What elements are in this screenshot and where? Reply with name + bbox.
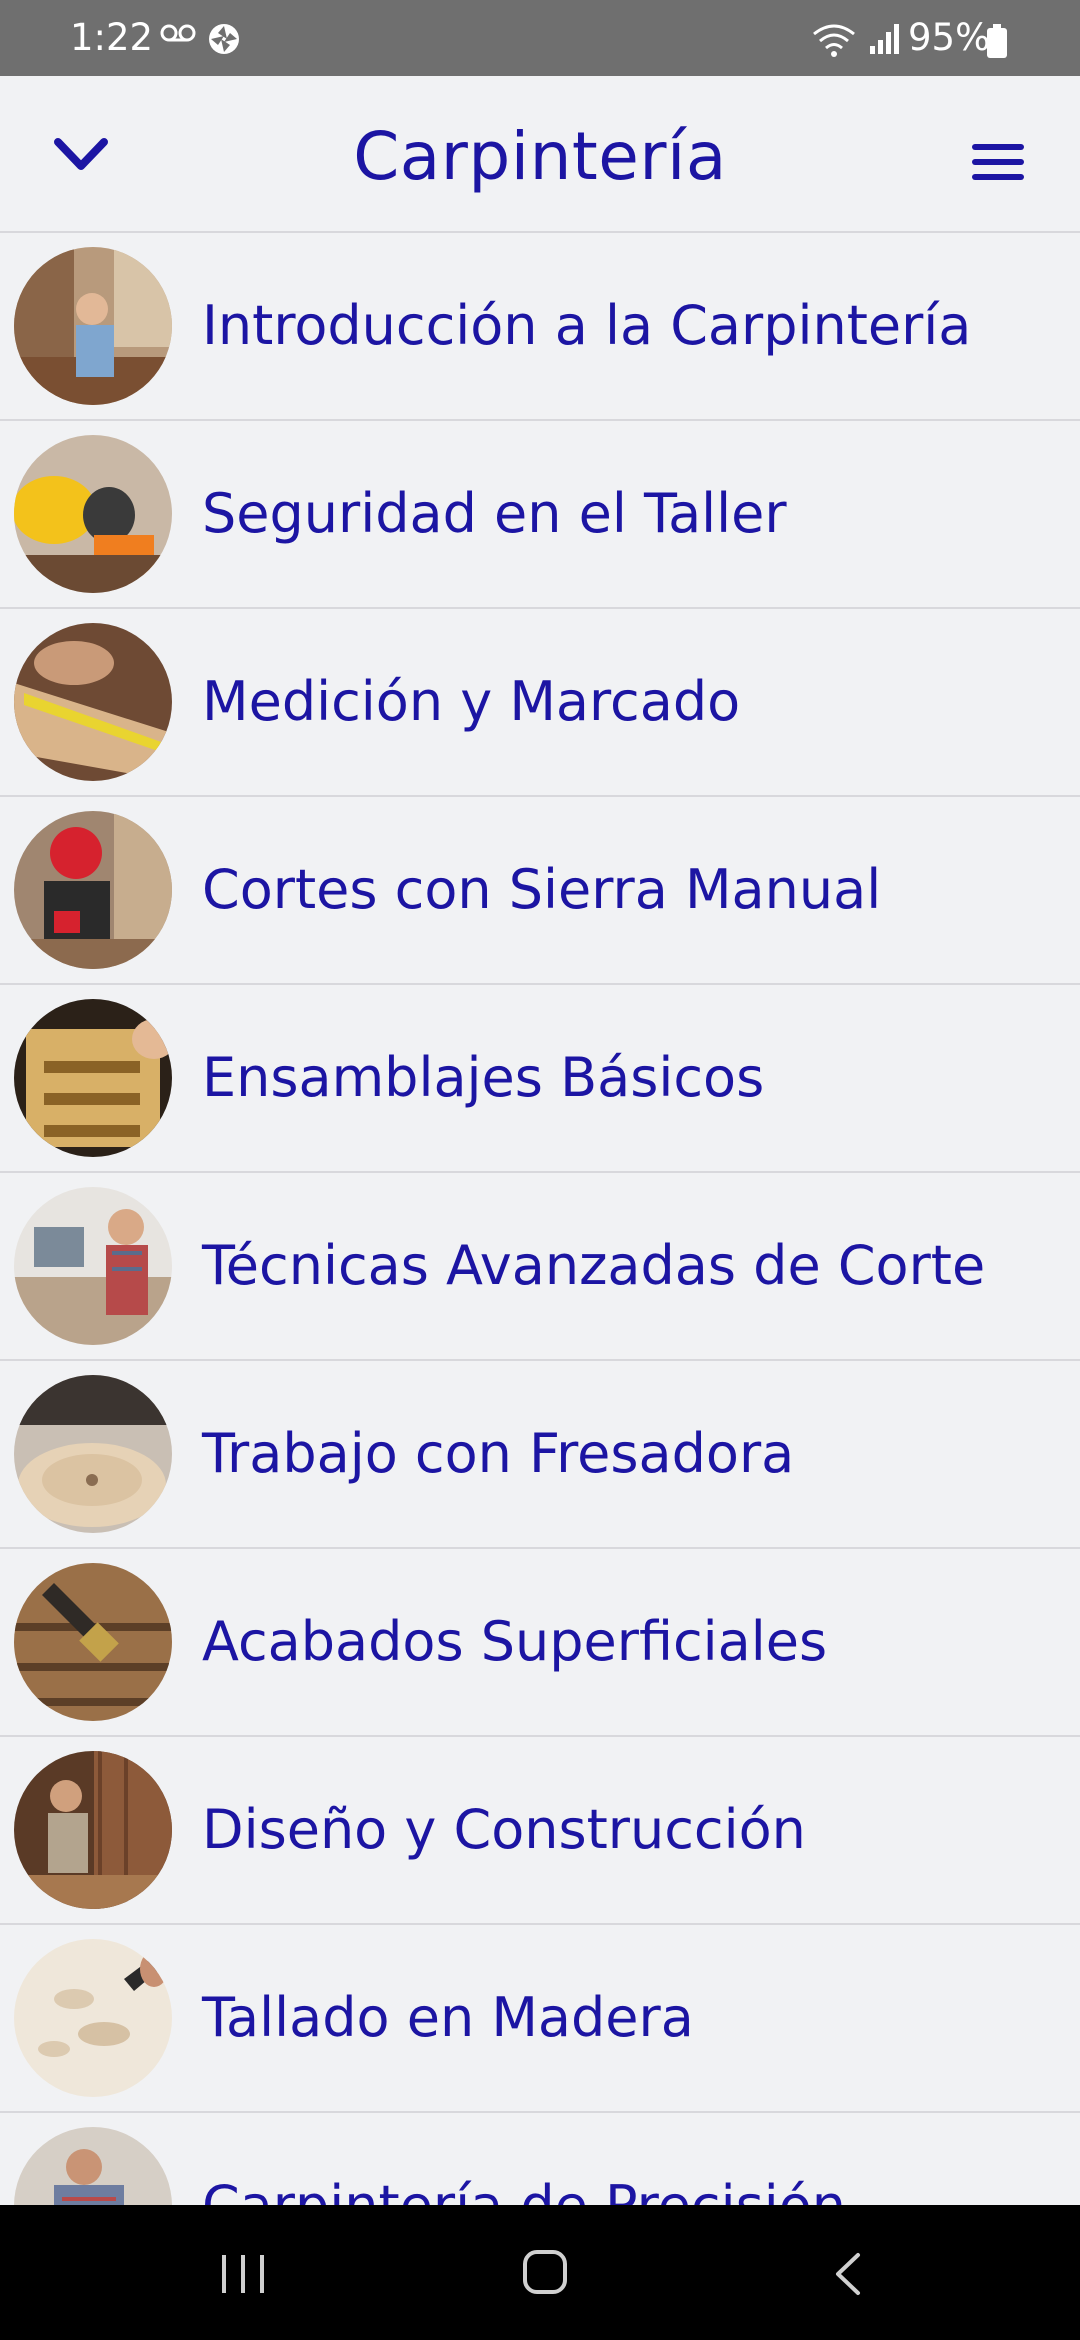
recent-apps-icon[interactable] [218, 2253, 268, 2299]
lesson-label: Diseño y Construcción [202, 1798, 806, 1861]
list-item[interactable]: Medición y Marcado [0, 609, 1080, 797]
status-bar: 1:22 95% [0, 0, 1080, 76]
back-icon[interactable] [830, 2251, 864, 2301]
list-item[interactable]: Ensamblajes Básicos [0, 985, 1080, 1173]
lesson-thumbnail [14, 1751, 172, 1909]
lesson-label: Acabados Superficiales [202, 1610, 828, 1673]
list-item[interactable]: Diseño y Construcción [0, 1737, 1080, 1925]
battery-percentage: 95% [908, 16, 991, 59]
lesson-label: Introducción a la Carpintería [202, 294, 972, 357]
page-title: Carpintería [353, 118, 727, 195]
list-item[interactable]: Introducción a la Carpintería [0, 233, 1080, 421]
lesson-label: Carpintería de Precisión [202, 2113, 846, 2205]
app-header: Carpintería [0, 76, 1080, 233]
wifi-icon [812, 22, 856, 62]
hamburger-menu-icon[interactable] [968, 140, 1028, 184]
app-notification-icon [207, 22, 241, 60]
lesson-label: Medición y Marcado [202, 670, 741, 733]
lesson-label: Cortes con Sierra Manual [202, 858, 882, 921]
lesson-label: Trabajo con Fresadora [202, 1422, 795, 1485]
lesson-label: Seguridad en el Taller [202, 482, 787, 545]
lesson-thumbnail [14, 1563, 172, 1721]
home-icon[interactable] [522, 2249, 568, 2299]
lesson-thumbnail [14, 999, 172, 1157]
lesson-thumbnail [14, 811, 172, 969]
navigation-bar [0, 2205, 1080, 2340]
voicemail-icon [160, 22, 196, 48]
lesson-thumbnail [14, 247, 172, 405]
lesson-thumbnail [14, 1375, 172, 1533]
lesson-list[interactable]: Introducción a la Carpintería Seguridad … [0, 233, 1080, 2205]
list-item[interactable]: Técnicas Avanzadas de Corte [0, 1173, 1080, 1361]
lesson-thumbnail [14, 435, 172, 593]
list-item[interactable]: Acabados Superficiales [0, 1549, 1080, 1737]
status-time: 1:22 [70, 16, 154, 59]
lesson-thumbnail [14, 623, 172, 781]
lesson-label: Técnicas Avanzadas de Corte [202, 1234, 986, 1297]
lesson-label: Ensamblajes Básicos [202, 1046, 765, 1109]
list-item[interactable]: Tallado en Madera [0, 1925, 1080, 2113]
lesson-label: Tallado en Madera [202, 1986, 694, 2049]
lesson-thumbnail [14, 1939, 172, 2097]
lesson-thumbnail [14, 2127, 172, 2205]
list-item[interactable]: Trabajo con Fresadora [0, 1361, 1080, 1549]
list-item[interactable]: Carpintería de Precisión [0, 2113, 1080, 2205]
battery-icon [986, 24, 1008, 62]
list-item[interactable]: Seguridad en el Taller [0, 421, 1080, 609]
lesson-thumbnail [14, 1187, 172, 1345]
list-item[interactable]: Cortes con Sierra Manual [0, 797, 1080, 985]
signal-icon [868, 22, 902, 60]
